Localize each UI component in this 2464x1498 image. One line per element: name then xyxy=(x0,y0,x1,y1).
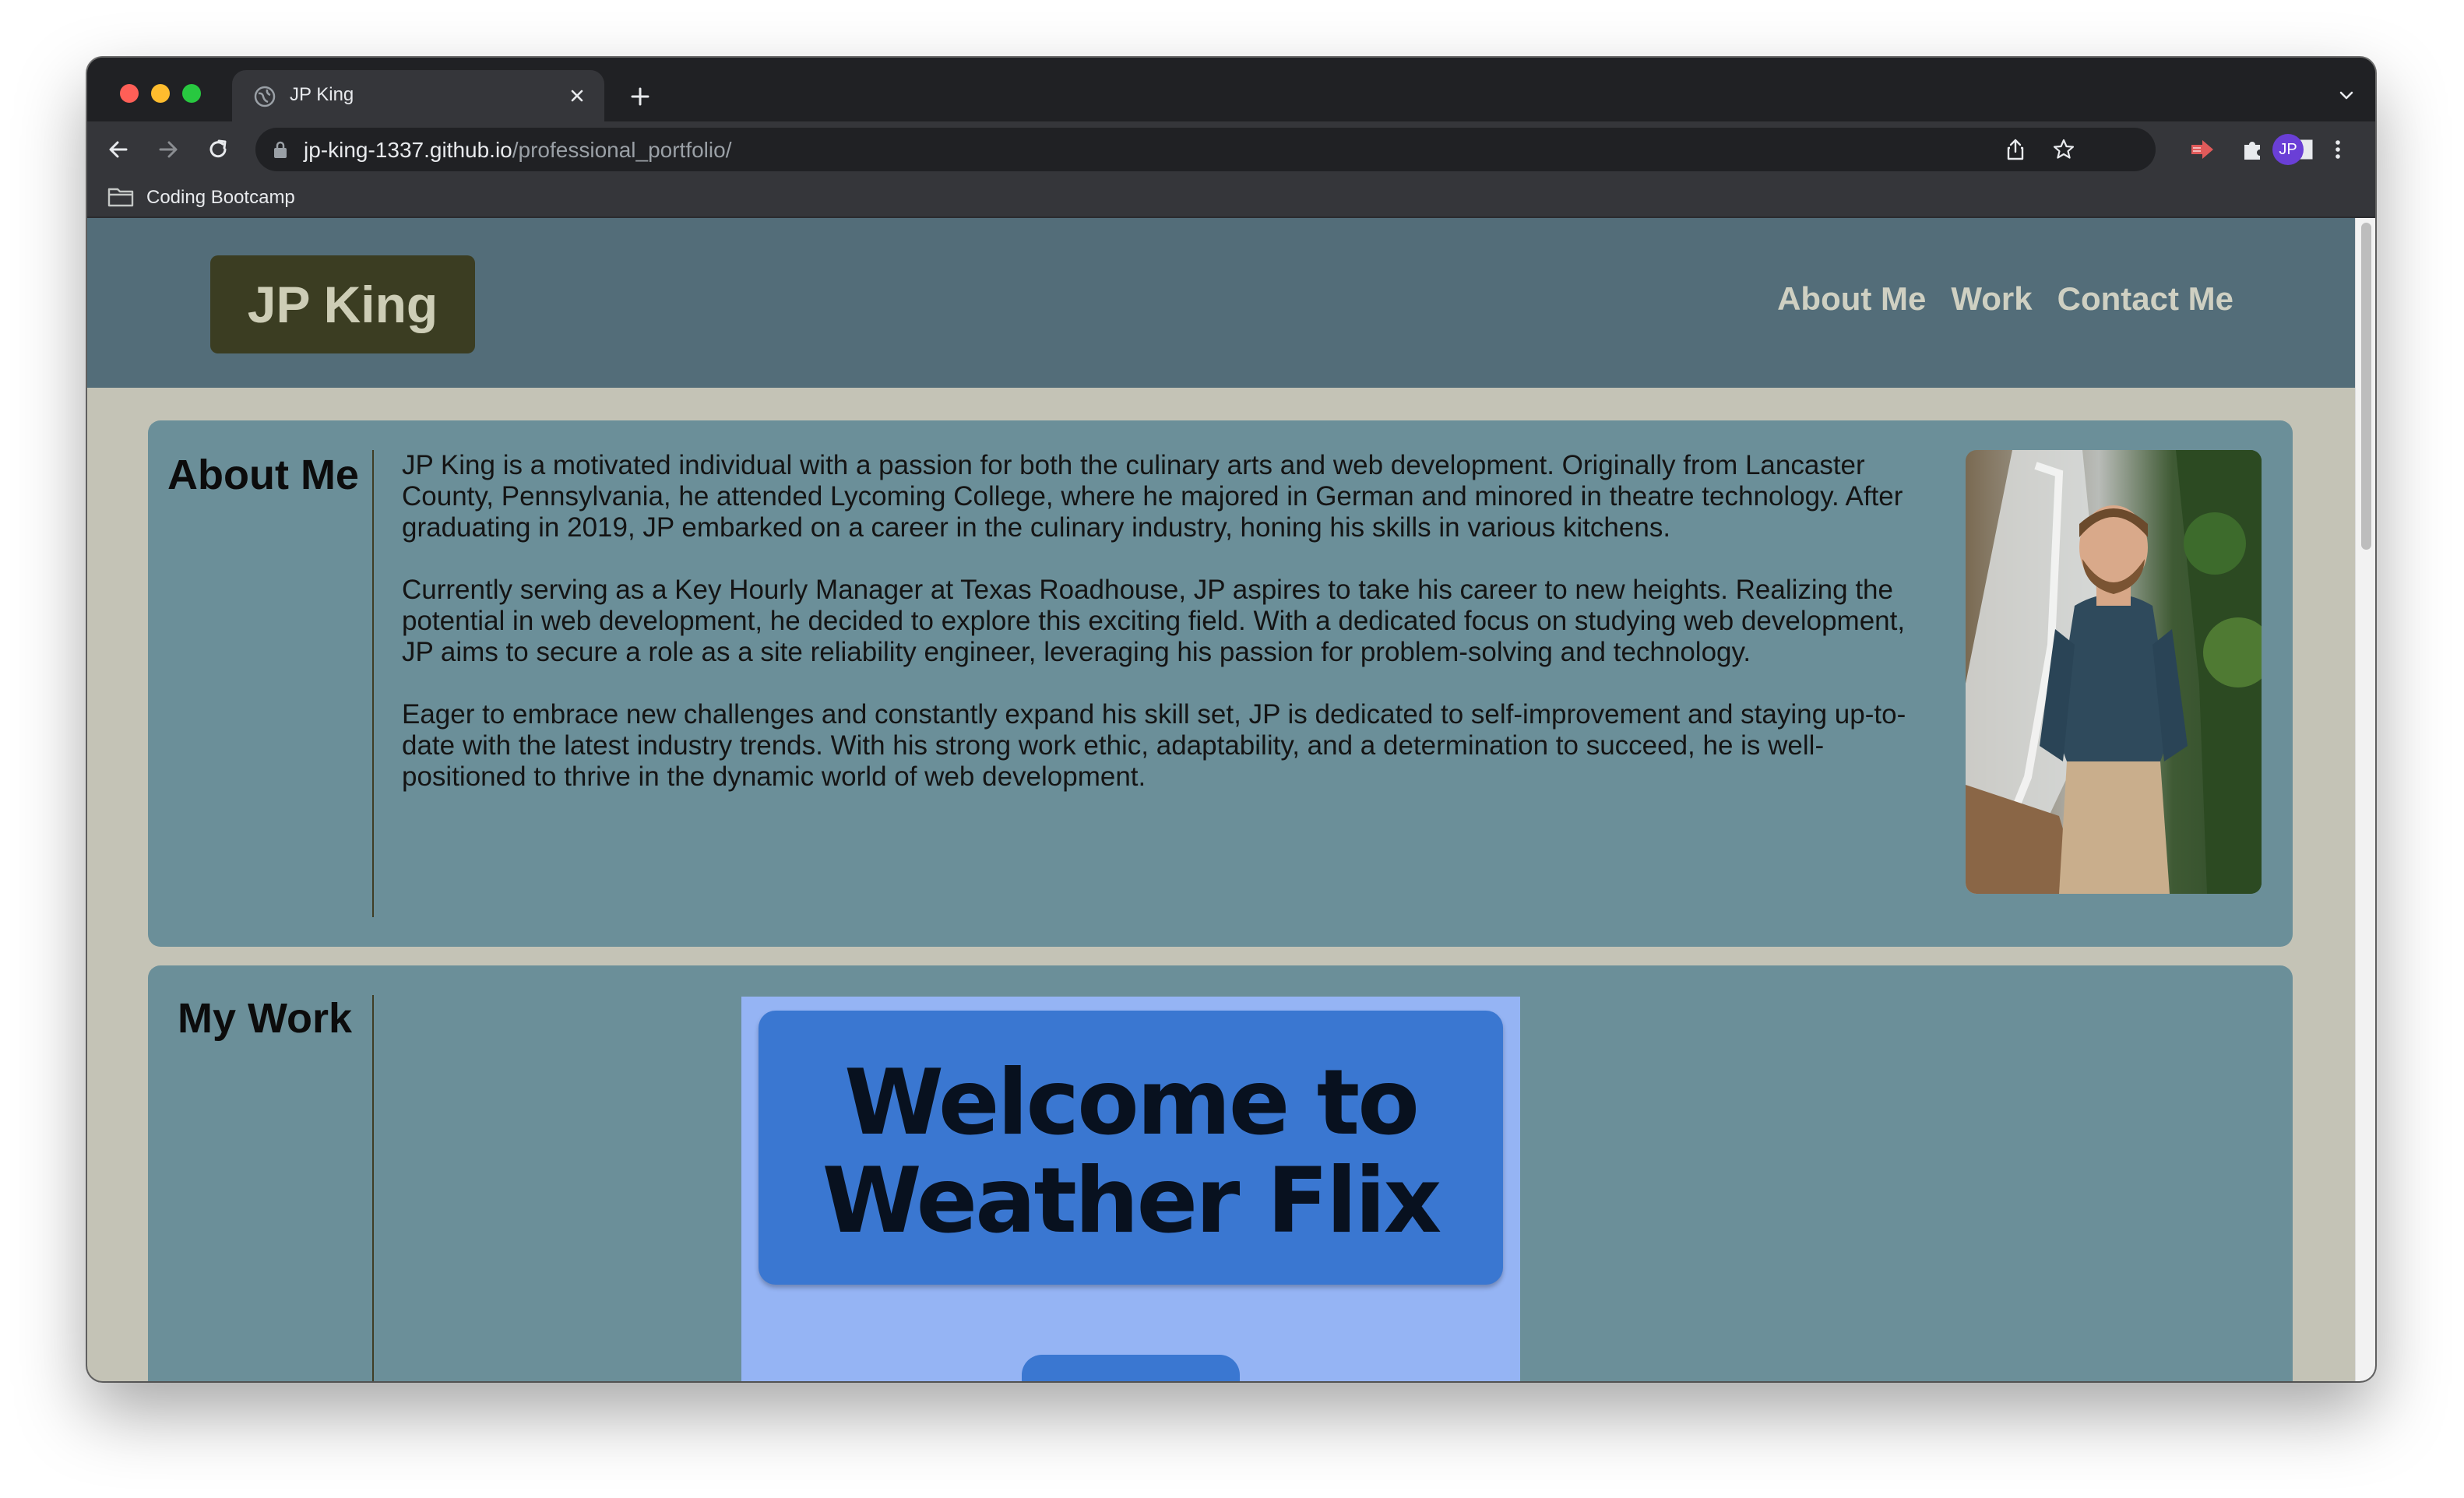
nav-about-me[interactable]: About Me xyxy=(1777,280,1926,318)
bookmark-label: Coding Bootcamp xyxy=(146,187,295,208)
nav-contact-me[interactable]: Contact Me xyxy=(2057,280,2233,318)
url-host: jp-king-1337.github.io xyxy=(304,138,512,162)
close-tab-icon[interactable] xyxy=(565,84,589,107)
profile-avatar[interactable]: JP xyxy=(2272,134,2304,165)
extension-arrow-icon[interactable] xyxy=(2188,135,2216,164)
site-header: JP King About Me Work Contact Me xyxy=(87,218,2355,388)
star-icon[interactable] xyxy=(2051,137,2076,162)
new-tab-icon[interactable] xyxy=(626,83,654,111)
url-text: jp-king-1337.github.io/professional_port… xyxy=(304,138,731,163)
globe-icon xyxy=(254,86,276,107)
project-button[interactable] xyxy=(1022,1355,1240,1381)
profile-photo xyxy=(1966,450,2262,894)
section-divider xyxy=(372,995,374,1381)
about-title: About Me xyxy=(167,452,359,498)
project-card: Welcome to Weather Flix xyxy=(759,1011,1503,1285)
maximize-window-button[interactable] xyxy=(182,84,201,103)
browser-tab[interactable]: JP King xyxy=(232,70,604,121)
scrollbar-thumb[interactable] xyxy=(2361,223,2371,550)
close-window-button[interactable] xyxy=(120,84,139,103)
nav-work[interactable]: Work xyxy=(1951,280,2032,318)
site-logo[interactable]: JP King xyxy=(210,255,475,353)
about-text: JP King is a motivated individual with a… xyxy=(402,450,1913,824)
page-viewport: JP King About Me Work Contact Me About M… xyxy=(87,218,2355,1381)
about-paragraph: Currently serving as a Key Hourly Manage… xyxy=(402,575,1906,667)
about-section: About Me JP King is a motivated individu… xyxy=(148,420,2293,947)
project-preview[interactable]: Welcome to Weather Flix xyxy=(741,997,1520,1381)
back-icon[interactable] xyxy=(104,135,132,164)
site-nav: About Me Work Contact Me xyxy=(1777,280,2233,318)
about-paragraph: Eager to embrace new challenges and cons… xyxy=(402,699,1906,792)
address-bar[interactable]: jp-king-1337.github.io/professional_port… xyxy=(255,128,2156,171)
bookmarks-bar: Coding Bootcamp xyxy=(87,178,2375,218)
tab-strip: JP King xyxy=(87,58,2375,121)
about-paragraph: JP King is a motivated individual with a… xyxy=(402,450,1903,543)
url-path: /professional_portfolio/ xyxy=(512,138,732,162)
tab-title: JP King xyxy=(290,84,354,105)
section-divider xyxy=(372,450,374,917)
more-menu-icon[interactable] xyxy=(2324,135,2352,164)
share-icon[interactable] xyxy=(2003,137,2028,162)
browser-toolbar: jp-king-1337.github.io/professional_port… xyxy=(87,121,2375,178)
minimize-window-button[interactable] xyxy=(151,84,170,103)
work-section: My Work Welcome to Weather Flix xyxy=(148,965,2293,1381)
page-scrollbar[interactable] xyxy=(2355,218,2375,1381)
browser-window: JP King jp-king-1337.github.io/professio… xyxy=(87,58,2375,1381)
work-title: My Work xyxy=(177,995,353,1042)
folder-icon xyxy=(107,188,134,207)
chevron-down-icon[interactable] xyxy=(2335,84,2358,107)
reload-icon[interactable] xyxy=(204,135,232,164)
project-title: Welcome to Weather Flix xyxy=(822,1050,1442,1254)
forward-icon[interactable] xyxy=(154,135,182,164)
lock-icon[interactable] xyxy=(271,139,290,160)
puzzle-icon[interactable] xyxy=(2238,135,2266,164)
